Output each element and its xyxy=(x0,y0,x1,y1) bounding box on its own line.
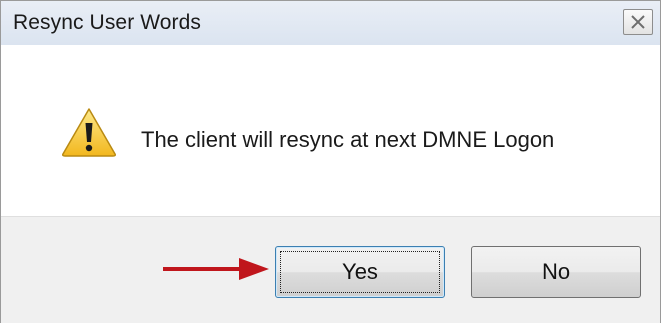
warning-icon xyxy=(62,108,116,157)
title-bar[interactable]: Resync User Words xyxy=(1,1,660,45)
no-button[interactable]: No xyxy=(471,246,641,298)
no-button-label: No xyxy=(541,259,571,284)
dialog-body: The client will resync at next DMNE Logo… xyxy=(1,45,660,216)
dialog-message: The client will resync at next DMNE Logo… xyxy=(141,127,555,152)
button-bar: Yes No xyxy=(1,216,660,323)
close-icon xyxy=(631,15,645,29)
window-title: Resync User Words xyxy=(13,11,202,34)
red-arrow-icon xyxy=(163,258,269,280)
yes-button[interactable]: Yes xyxy=(275,246,445,298)
close-button[interactable] xyxy=(623,9,653,35)
focus-rectangle xyxy=(280,251,440,293)
resync-dialog: Resync User Words The client will resync… xyxy=(0,0,661,323)
